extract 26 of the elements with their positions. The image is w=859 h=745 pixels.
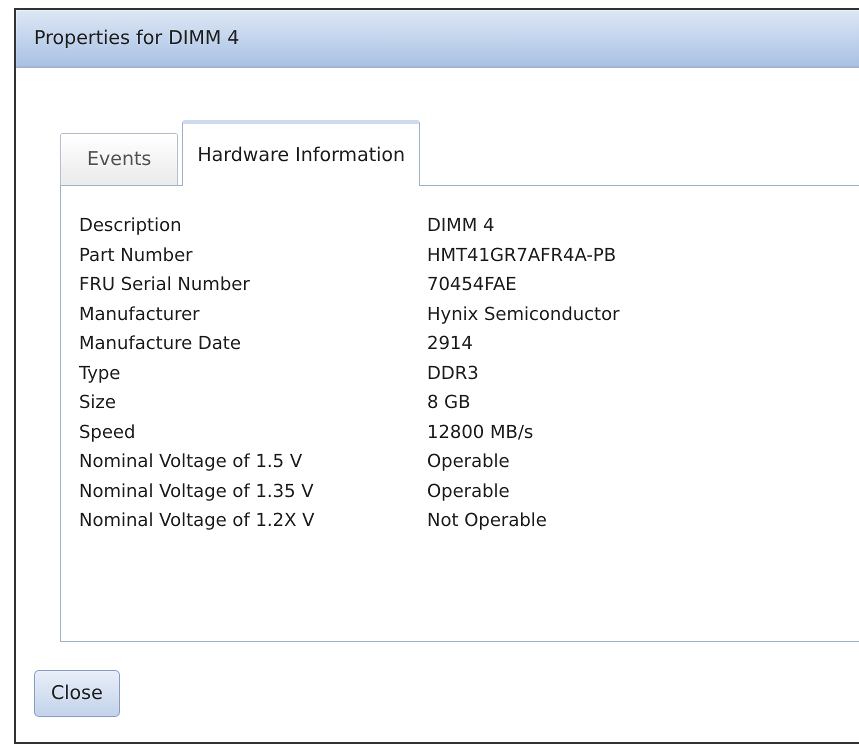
property-value: Operable (427, 450, 510, 474)
property-value: Hynix Semiconductor (427, 302, 620, 327)
property-label: Manufacturer (79, 302, 201, 327)
property-value: DIMM 4 (427, 214, 494, 238)
tab[interactable]: Hardware Information (182, 120, 420, 186)
property-label: Part Number (79, 244, 194, 268)
property-label: FRU Serial Number (79, 273, 251, 298)
property-label: Type (79, 362, 122, 386)
property-label: Nominal Voltage of 1.2X V (79, 509, 316, 534)
property-label: Nominal Voltage of 1.5 V (79, 450, 304, 474)
property-value: 8 GB (427, 391, 470, 416)
tab[interactable]: Events (60, 133, 178, 185)
property-value: DDR3 (427, 362, 479, 386)
property-value: 2914 (427, 332, 473, 356)
property-value: Operable (427, 480, 510, 504)
property-label: Nominal Voltage of 1.35 V (79, 480, 315, 504)
property-label: Size (79, 391, 117, 416)
property-label: Speed (79, 420, 136, 445)
property-value: Not Operable (427, 509, 547, 534)
close-button[interactable]: Close (34, 670, 120, 717)
window-title: Properties for DIMM 4 (34, 26, 240, 51)
property-value: HMT41GR7AFR4A-PB (427, 244, 616, 268)
property-label: Manufacture Date (79, 332, 242, 356)
property-value: 70454FAE (427, 273, 517, 298)
property-label: Description (79, 214, 183, 238)
property-value: 12800 MB/s (427, 420, 534, 445)
